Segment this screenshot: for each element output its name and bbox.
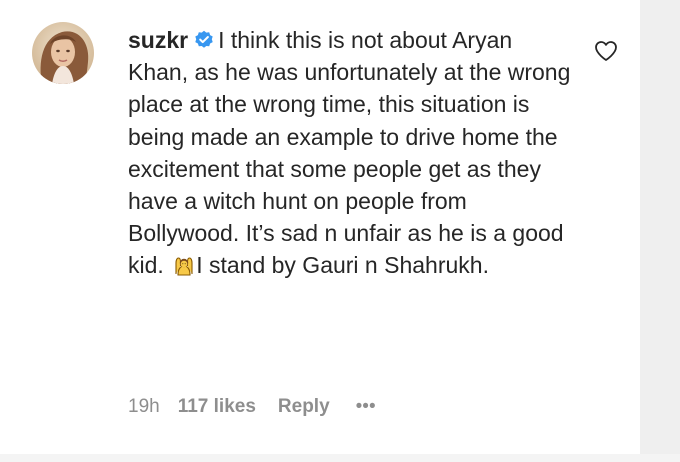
comment-text: suzkr I think this is not about Aryan Kha…: [128, 24, 578, 282]
person-raising-both-hands-icon: [173, 252, 196, 277]
comment-username[interactable]: suzkr: [128, 27, 188, 53]
verified-badge-icon: [194, 26, 214, 48]
comment-text-part1: I think this is not about Aryan Khan, as…: [128, 27, 571, 279]
reply-button[interactable]: Reply: [278, 396, 330, 418]
bottom-gutter: [0, 454, 680, 462]
more-options-icon[interactable]: •••: [356, 396, 376, 418]
comment-timestamp[interactable]: 19h: [128, 396, 160, 418]
comment-text-part2: I stand by Gauri n Shahrukh.: [196, 252, 489, 279]
side-gutter: [640, 0, 680, 462]
comment-likes-count[interactable]: 117 likes: [178, 396, 256, 418]
avatar[interactable]: [32, 22, 94, 84]
comment-card: suzkr I think this is not about Aryan Kha…: [0, 0, 640, 454]
heart-outline-icon[interactable]: [594, 40, 618, 62]
comment-meta: 19h 117 likes Reply •••: [128, 396, 376, 418]
comment-body: suzkr I think this is not about Aryan Kha…: [128, 24, 578, 282]
avatar-photo: [32, 22, 94, 84]
